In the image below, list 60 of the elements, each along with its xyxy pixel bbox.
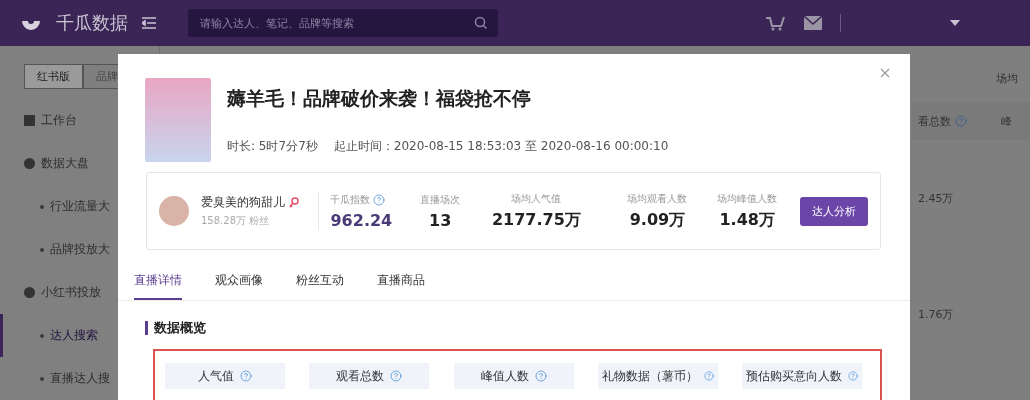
sidebar-item[interactable]: 直播达人搜 — [0, 357, 159, 400]
metric-label: 礼物数据（薯币） — [597, 363, 718, 389]
help-icon[interactable] — [390, 370, 403, 382]
stat-value: 13 — [429, 210, 452, 230]
bullet-icon — [40, 204, 44, 209]
dropdown-caret-icon[interactable] — [950, 20, 960, 26]
table-cell-text: 1.76万 — [917, 306, 955, 323]
bullet-icon — [40, 247, 44, 252]
bullet-icon — [40, 376, 44, 381]
metric-label: 峰值人数 — [453, 363, 574, 389]
help-icon[interactable] — [534, 370, 547, 382]
metric-label: 人气值 — [165, 363, 285, 389]
tab[interactable]: 观众画像 — [215, 264, 263, 300]
stat-label: 场均峰值人数 — [717, 191, 778, 206]
stat-value: 9.09万 — [629, 209, 686, 231]
version-tab[interactable]: 红书版 — [24, 64, 83, 89]
close-button[interactable] — [878, 66, 892, 80]
stat-label: 千瓜指数 — [330, 192, 371, 207]
live-title: 薅羊毛！品牌破价来袭！福袋抢不停 — [227, 86, 532, 111]
table-cell-text: 2.45万 — [917, 190, 955, 207]
period-text: 起止时间：2020-08-15 18:53:03 至 2020-08-16 00:00:10 — [333, 138, 669, 155]
sidebar-item[interactable]: 行业流量大 — [0, 185, 159, 228]
cart-icon[interactable] — [766, 15, 786, 31]
help-icon[interactable] — [703, 370, 714, 382]
metric-label: 观看总数 — [309, 363, 430, 389]
help-icon[interactable] — [373, 193, 386, 206]
analysis-button[interactable]: 达人分析 — [800, 196, 868, 226]
help-icon[interactable] — [848, 370, 858, 382]
menu-icon[interactable] — [142, 17, 156, 29]
stat-label: 场均观看人数 — [627, 191, 688, 206]
mail-icon[interactable] — [804, 16, 822, 30]
stat-label: 场均人气值 — [511, 191, 562, 206]
column-header: 场均 — [995, 70, 1019, 87]
search-icon[interactable] — [474, 16, 488, 30]
tab[interactable]: 粉丝互动 — [296, 264, 344, 300]
sidebar-item[interactable]: 数据大盘 — [0, 142, 159, 185]
divider-line — [840, 14, 842, 32]
stat-value: 1.48万 — [719, 209, 775, 231]
tab[interactable]: 直播商品 — [377, 264, 425, 300]
column-header: 看总数 峰 — [912, 102, 1030, 140]
stat-value: 2177.75万 — [491, 209, 581, 231]
help-icon[interactable] — [955, 115, 967, 127]
search-field[interactable]: 请输入达人、笔记、品牌等搜索 — [188, 9, 498, 37]
duration-text: 时长: 5时7分7秒 — [227, 138, 318, 155]
female-icon — [289, 197, 299, 208]
avatar — [159, 196, 189, 226]
logo-text: 千瓜数据 — [56, 11, 128, 35]
section-title: 数据概览 — [145, 321, 910, 335]
help-icon[interactable] — [240, 370, 252, 382]
metric-label: 预估购买意向人数 — [742, 363, 862, 389]
fans-count: 158.28万 粉丝 — [201, 214, 271, 228]
sidebar-item[interactable]: 工作台 — [0, 99, 159, 142]
stat-label: 直播场次 — [420, 192, 461, 207]
tab[interactable]: 直播详情 — [134, 264, 182, 300]
menu-group-icon — [24, 287, 35, 298]
stat-value: 962.24 — [330, 210, 393, 230]
menu-group-icon — [24, 115, 35, 126]
menu-group-icon — [24, 158, 35, 169]
author-name: 爱臭美的狗甜儿 — [201, 194, 285, 211]
bullet-icon — [40, 333, 44, 338]
